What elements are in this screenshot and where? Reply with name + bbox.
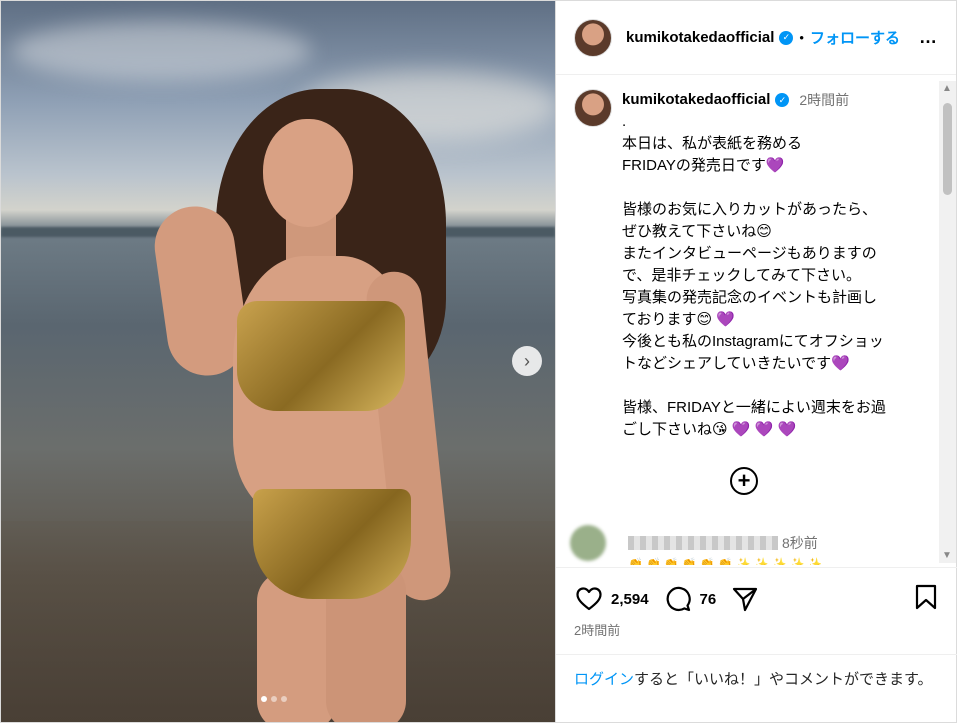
- heart-icon[interactable]: [574, 584, 604, 614]
- chevron-right-icon: ›: [524, 350, 530, 371]
- login-prompt-text: すると「いいね！」やコメントができます。: [634, 671, 933, 688]
- post-header: kumikotakedaofficial ✓ • フォローする …: [556, 1, 956, 75]
- action-row: 2,594 76: [556, 568, 957, 614]
- post-actions: 2,594 76 2時間前 ログインすると「いいね！」やコメントができます。: [556, 567, 957, 717]
- post-time: 2時間前: [574, 623, 621, 638]
- comment-text: 👏👏👏👏👏👏✨✨✨✨✨: [628, 557, 826, 565]
- avatar[interactable]: [570, 525, 606, 561]
- scroll-down-icon[interactable]: ▼: [942, 550, 952, 561]
- more-options-icon[interactable]: …: [919, 27, 938, 48]
- carousel-dots: [261, 696, 287, 702]
- caption-header: kumikotakedaofficial ✓ 2時間前: [622, 89, 922, 111]
- login-prompt: ログインすると「いいね！」やコメントができます。: [556, 654, 957, 691]
- avatar[interactable]: [574, 89, 612, 127]
- photo-figure-swimwear-top: [237, 301, 405, 411]
- like-count[interactable]: 2,594: [611, 591, 649, 608]
- photo-cloud: [11, 21, 311, 81]
- comment-row: 8秒前: [570, 525, 818, 561]
- caption-username[interactable]: kumikotakedaofficial: [622, 89, 770, 111]
- login-link[interactable]: ログイン: [574, 671, 634, 688]
- comment-count[interactable]: 76: [700, 591, 717, 608]
- carousel-dot: [261, 696, 267, 702]
- carousel-dot: [281, 696, 287, 702]
- post-sidebar: kumikotakedaofficial ✓ • フォローする … kumiko…: [555, 1, 957, 722]
- verified-badge-icon: ✓: [775, 93, 790, 107]
- scrollbar-thumb[interactable]: [943, 103, 952, 195]
- photo-figure-face: [263, 119, 353, 227]
- caption-text: . 本日は、私が表紙を務める FRIDAYの発売日です💜 皆様のお気に入りカット…: [622, 113, 886, 438]
- comments-scrollbar[interactable]: ▲ ▼: [939, 81, 956, 563]
- caption-time: 2時間前: [799, 92, 850, 108]
- share-icon[interactable]: [730, 584, 760, 614]
- carousel-dot: [271, 696, 277, 702]
- post-window: › kumikotakedaofficial ✓ • フォローする … kumi…: [0, 0, 957, 723]
- comments-area[interactable]: kumikotakedaofficial ✓ 2時間前 . 本日は、私が表紙を務…: [556, 75, 957, 565]
- carousel-next-button[interactable]: ›: [512, 346, 542, 376]
- comment-username-blurred: [628, 536, 778, 550]
- plus-icon: +: [737, 468, 751, 493]
- caption: kumikotakedaofficial ✓ 2時間前 . 本日は、私が表紙を務…: [556, 75, 957, 441]
- header-separator: •: [799, 30, 804, 45]
- caption-body: kumikotakedaofficial ✓ 2時間前 . 本日は、私が表紙を務…: [622, 89, 922, 441]
- comment-icon[interactable]: [663, 584, 693, 614]
- header-username[interactable]: kumikotakedaofficial: [626, 29, 774, 46]
- verified-badge-icon: ✓: [779, 30, 794, 45]
- comment-time: 8秒前: [782, 535, 818, 551]
- post-photo[interactable]: ›: [1, 1, 555, 722]
- scroll-up-icon[interactable]: ▲: [942, 83, 952, 94]
- follow-button[interactable]: フォローする: [810, 27, 900, 48]
- load-more-comments-button[interactable]: +: [730, 467, 758, 495]
- photo-figure-swimwear-bottom: [253, 489, 411, 599]
- avatar[interactable]: [574, 18, 612, 57]
- bookmark-icon[interactable]: [915, 584, 937, 615]
